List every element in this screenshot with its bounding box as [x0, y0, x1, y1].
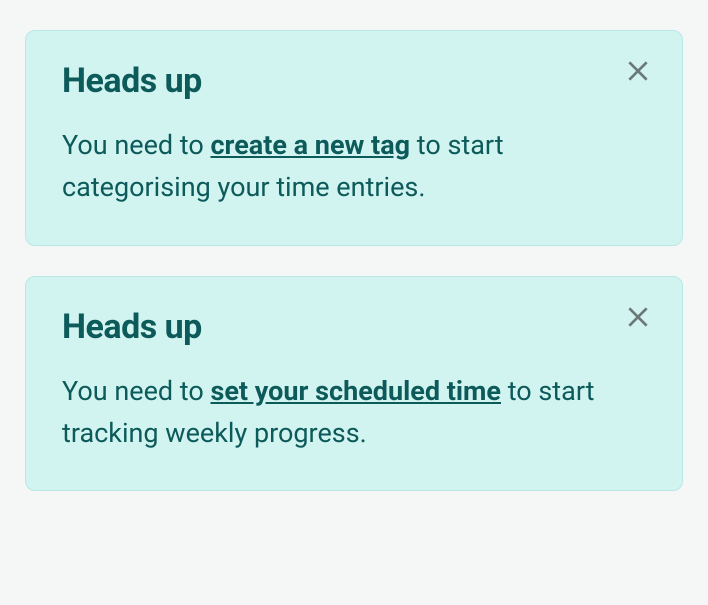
close-button[interactable]	[622, 57, 654, 89]
close-button[interactable]	[622, 303, 654, 335]
alert-link-create-tag[interactable]: create a new tag	[210, 129, 410, 161]
alert-body: You need to create a new tag to start ca…	[62, 125, 646, 209]
close-icon	[625, 304, 651, 334]
alert-card-schedule: Heads up You need to set your scheduled …	[25, 276, 683, 492]
alert-body: You need to set your scheduled time to s…	[62, 371, 646, 455]
alert-link-set-schedule[interactable]: set your scheduled time	[210, 375, 501, 407]
alert-title: Heads up	[62, 307, 646, 347]
close-icon	[625, 58, 651, 88]
alert-text-before: You need to	[62, 129, 210, 161]
alert-title: Heads up	[62, 61, 646, 101]
alert-card-tag: Heads up You need to create a new tag to…	[25, 30, 683, 246]
alert-text-before: You need to	[62, 375, 210, 407]
